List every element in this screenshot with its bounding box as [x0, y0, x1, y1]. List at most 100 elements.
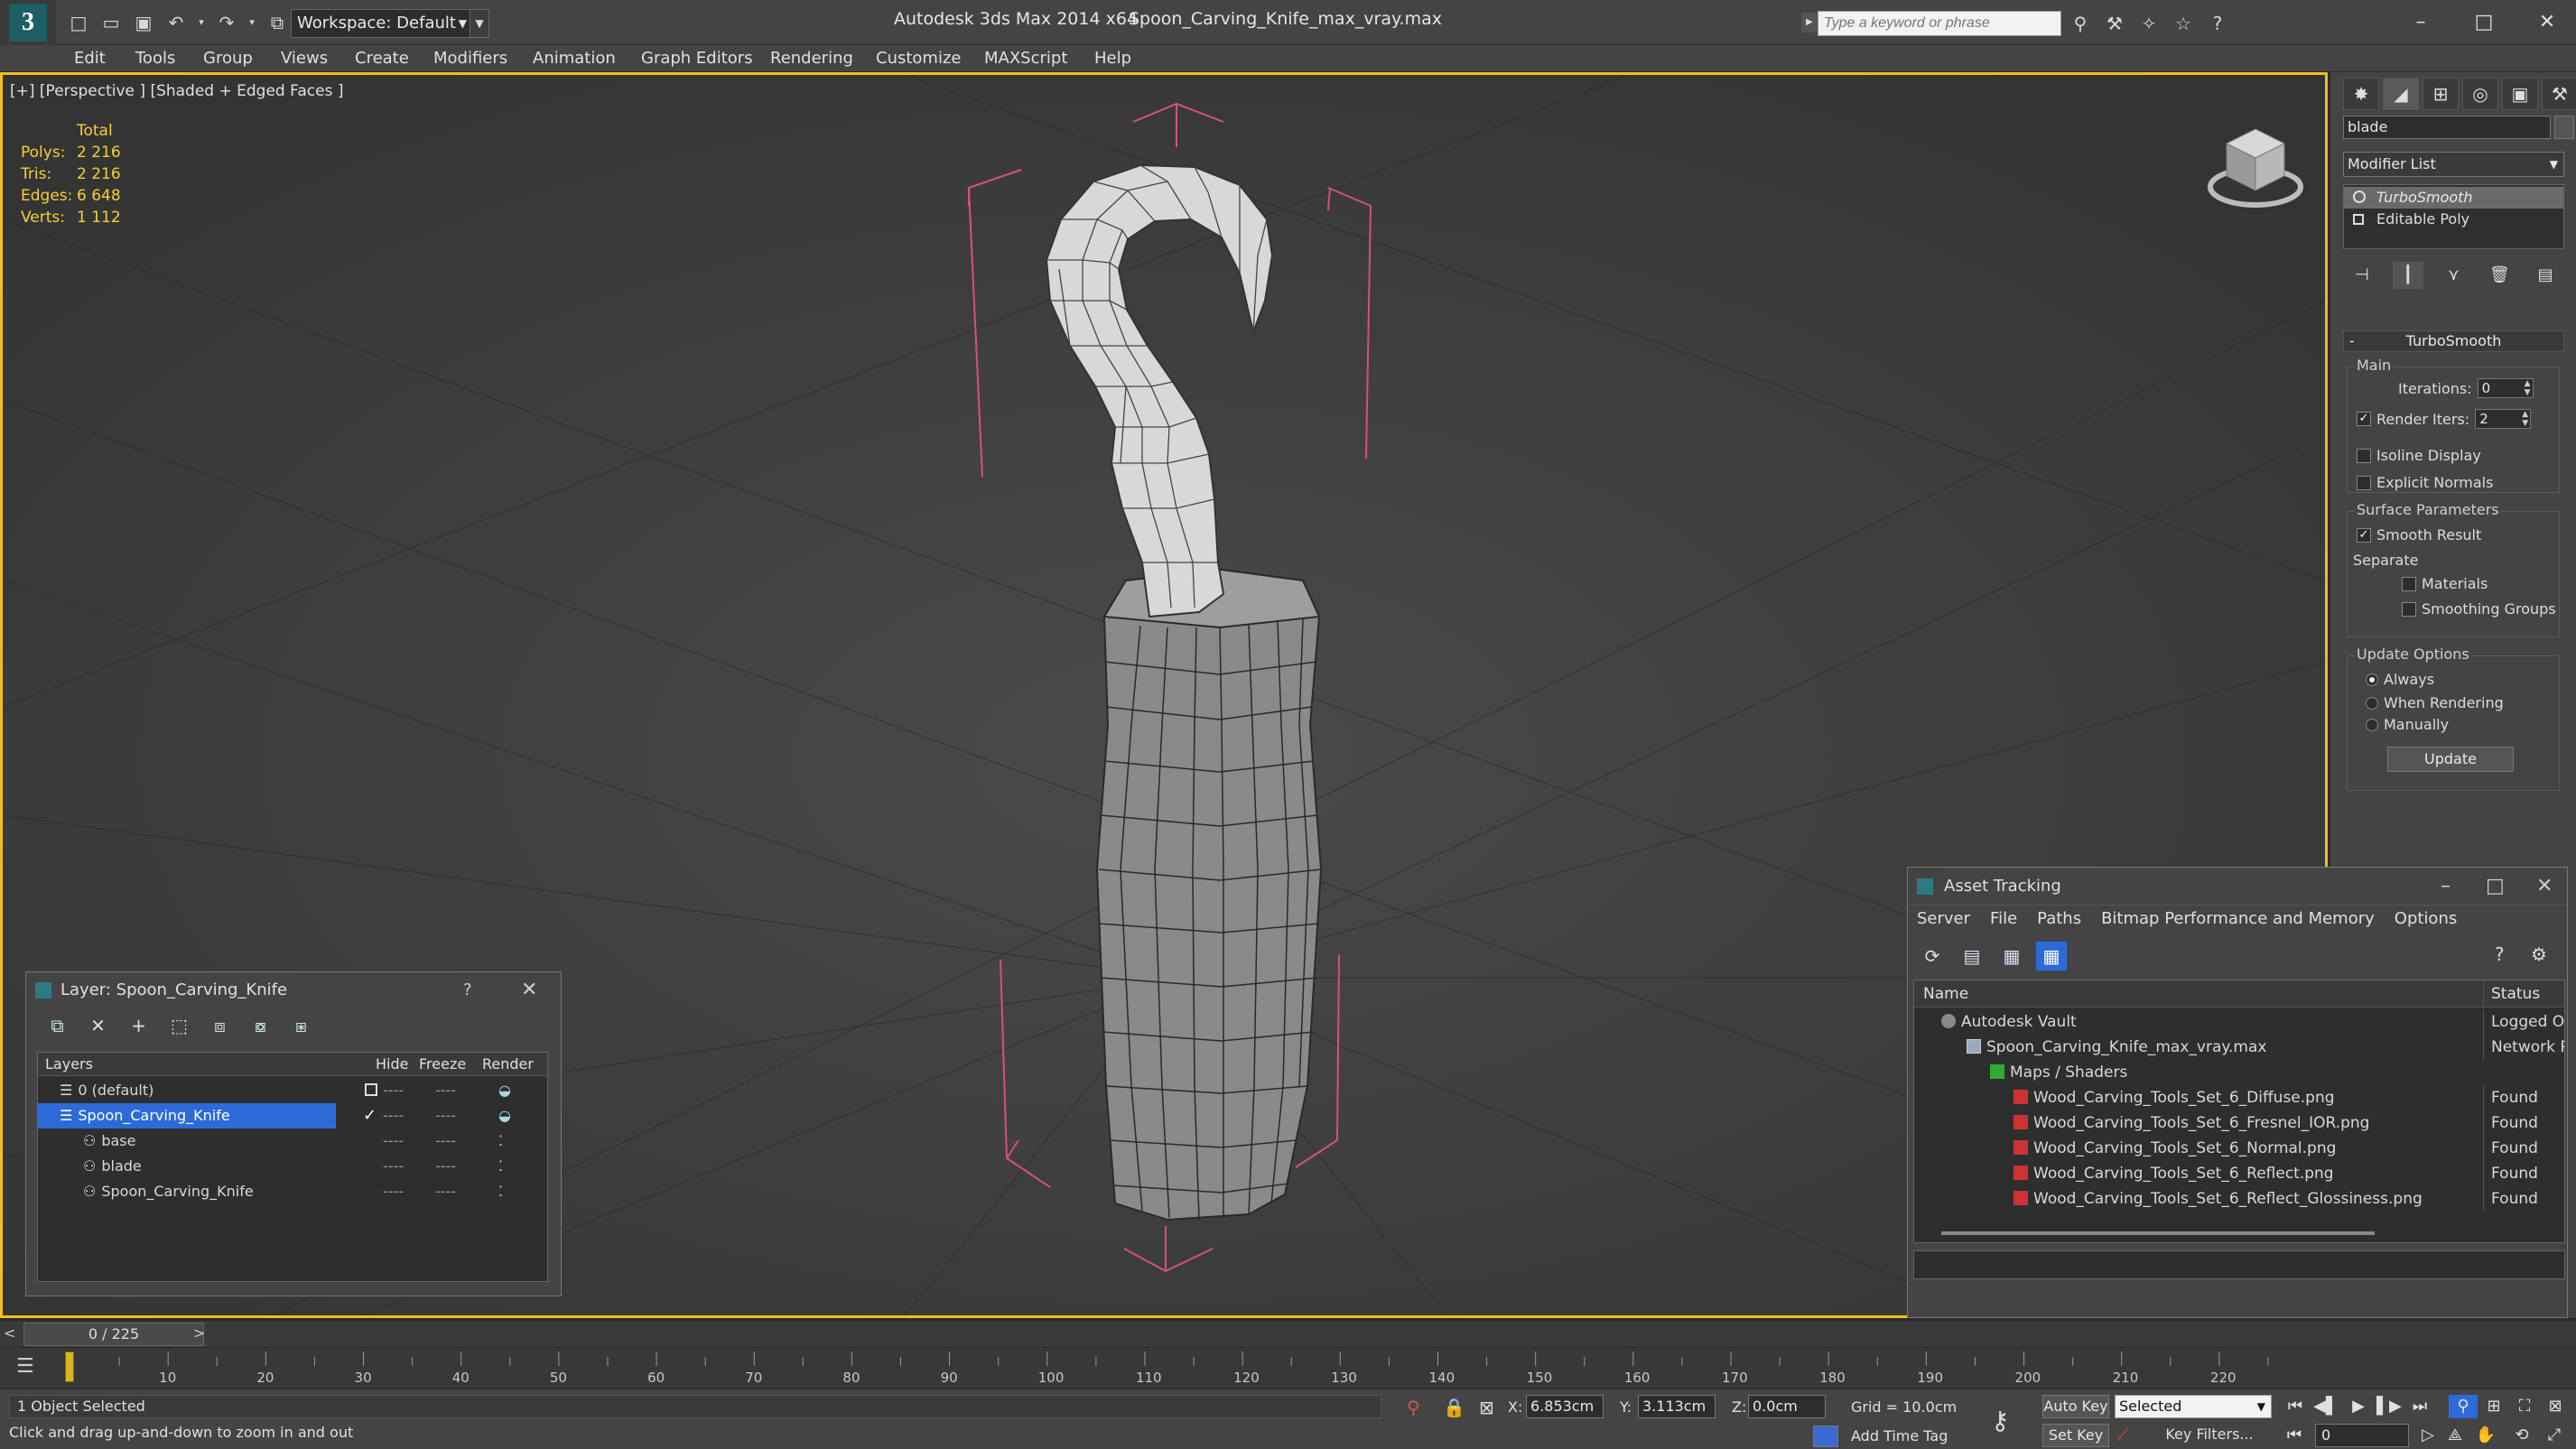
time-tag-icon[interactable] — [1813, 1426, 1838, 1447]
menu-paths[interactable]: Paths — [2037, 909, 2081, 934]
select-objects-icon[interactable]: ⬚ — [163, 1012, 196, 1039]
utilities-tab-icon[interactable]: ⚒ — [2542, 78, 2576, 110]
modify-tab-icon[interactable]: ◢ — [2383, 78, 2419, 110]
layer-row[interactable]: ⚇ blade ---- ---- ⁚ — [38, 1154, 547, 1179]
menu-edit[interactable]: Edit — [74, 49, 106, 68]
column-name[interactable]: Name — [1923, 980, 1968, 1008]
list-view-icon[interactable]: ▤ — [1957, 942, 1987, 971]
modifier-list-dropdown[interactable]: Modifier List ▼ — [2343, 152, 2564, 177]
asset-row[interactable]: Wood_Carving_Tools_Set_6_Reflect.png Fou… — [1914, 1161, 2564, 1186]
new-file-icon[interactable]: □ — [65, 9, 92, 36]
zoom-icon[interactable]: ⚲ — [2449, 1395, 2478, 1418]
menu-file[interactable]: File — [1990, 909, 2017, 934]
lock-icon[interactable]: 🔒 — [1443, 1397, 1465, 1418]
update-always-radio[interactable] — [2366, 673, 2378, 686]
y-coordinate-field[interactable]: 3.113cm — [1638, 1395, 1716, 1418]
smooth-result-checkbox[interactable]: ✓ — [2357, 527, 2371, 543]
menu-server[interactable]: Server — [1917, 909, 1970, 934]
asset-row[interactable]: Wood_Carving_Tools_Set_6_Normal.png Foun… — [1914, 1136, 2564, 1161]
maximize-viewport-icon[interactable]: ⤢ — [2541, 1424, 2568, 1447]
layer-row[interactable]: ⚇ base ---- ---- ⁚ — [38, 1129, 547, 1154]
set-keys-icon[interactable]: ⟋ — [2116, 1424, 2140, 1447]
next-frame-button[interactable]: > — [193, 1324, 205, 1342]
current-frame-field[interactable]: 0 — [2315, 1424, 2409, 1447]
search-expand-button[interactable]: ▶ — [1801, 13, 1818, 33]
minimize-button[interactable]: – — [2441, 868, 2450, 906]
maximize-button[interactable]: □ — [2486, 868, 2505, 906]
close-button[interactable]: ✕ — [2525, 7, 2570, 38]
remove-modifier-icon[interactable]: 🗑 — [2484, 262, 2515, 289]
column-render[interactable]: Render — [482, 1053, 534, 1076]
create-layer-icon[interactable]: ⧉ — [41, 1012, 74, 1039]
menu-modifiers[interactable]: Modifiers — [433, 49, 507, 68]
render-dots-icon[interactable]: ⁚ — [498, 1129, 503, 1154]
dialog-title-bar[interactable]: Asset Tracking – □ ✕ — [1908, 868, 2567, 906]
set-key-button[interactable]: Set Key — [2042, 1424, 2109, 1447]
hide-all-layers-icon[interactable]: ⧇ — [244, 1012, 277, 1039]
menu-tools[interactable]: Tools — [135, 49, 175, 68]
go-to-end-icon[interactable]: ⏭ — [2405, 1395, 2434, 1418]
hierarchy-tab-icon[interactable]: ⊞ — [2423, 78, 2459, 110]
render-teapot-icon[interactable]: ◒ — [498, 1078, 511, 1103]
time-slider-thumb[interactable]: 0 / 225 — [23, 1323, 204, 1346]
go-to-start-icon[interactable]: ⏮ — [2281, 1395, 2310, 1418]
column-freeze[interactable]: Freeze — [419, 1053, 466, 1076]
lightbulb-icon[interactable] — [2353, 190, 2366, 203]
time-slider[interactable]: < 0 / 225 > — [0, 1320, 2576, 1347]
iterations-spinner[interactable]: 0 ▲ ▼ — [2477, 378, 2534, 398]
selection-set-dropdown[interactable]: Selected ▼ — [2115, 1395, 2272, 1418]
highlight-layer-icon[interactable]: ⧈ — [203, 1012, 237, 1039]
previous-frame-button[interactable]: < — [4, 1324, 22, 1344]
close-icon[interactable]: ✕ — [521, 972, 537, 1008]
binoculars-icon[interactable]: ⚲ — [2068, 11, 2093, 36]
minimize-button[interactable]: – — [2398, 7, 2443, 38]
track-bar[interactable]: ☰ 10 20 30 40 50 60 70 80 90 100 110 120 130 140 150 16… — [0, 1347, 2576, 1389]
zoom-all-icon[interactable]: ⊞ — [2479, 1395, 2508, 1418]
make-unique-icon[interactable]: ⋎ — [2439, 262, 2469, 289]
asset-row[interactable]: Autodesk Vault Logged Out — [1914, 1009, 2564, 1035]
z-coordinate-field[interactable]: 0.0cm — [1748, 1395, 1826, 1418]
menu-graph-editors[interactable]: Graph Editors — [641, 49, 753, 68]
menu-rendering[interactable]: Rendering — [770, 49, 853, 68]
asset-row[interactable]: Wood_Carving_Tools_Set_6_Diffuse.png Fou… — [1914, 1085, 2564, 1110]
update-button[interactable]: Update — [2387, 747, 2514, 772]
undo-dropdown-icon[interactable]: ▾ — [195, 9, 208, 36]
render-iters-checkbox[interactable]: ✓ — [2357, 412, 2371, 426]
isoline-display-checkbox[interactable] — [2357, 448, 2371, 463]
smoothing-groups-checkbox[interactable] — [2402, 601, 2416, 617]
zoom-extents-all-icon[interactable]: ⊠ — [2541, 1395, 2570, 1418]
open-file-icon[interactable]: ▭ — [98, 9, 125, 36]
render-dots-icon[interactable]: ⁚ — [498, 1179, 503, 1204]
play-icon[interactable]: ▶ — [2344, 1395, 2373, 1418]
time-configuration-icon[interactable]: ▷ — [2414, 1424, 2441, 1447]
create-tab-icon[interactable]: ✸ — [2343, 78, 2379, 110]
undo-icon[interactable]: ↶ — [163, 9, 190, 36]
viewcube-icon[interactable] — [2201, 113, 2310, 212]
motion-tab-icon[interactable]: ◎ — [2462, 78, 2498, 110]
column-layers[interactable]: Layers — [45, 1053, 93, 1076]
key-filters-button[interactable]: Key Filters... — [2149, 1424, 2270, 1447]
maximize-button[interactable]: □ — [2461, 7, 2506, 38]
qat-customize-button[interactable]: ▼ — [470, 9, 489, 38]
asset-row[interactable]: Wood_Carving_Tools_Set_6_Reflect_Glossin… — [1914, 1186, 2564, 1212]
delete-layer-icon[interactable]: ✕ — [81, 1012, 115, 1039]
favorites-star-icon[interactable]: ☆ — [2171, 11, 2196, 36]
add-time-tag-button[interactable]: Add Time Tag — [1851, 1427, 1948, 1444]
stack-item-editable-poly[interactable]: Editable Poly — [2344, 209, 2563, 230]
help-button[interactable]: ? — [463, 972, 472, 1008]
search-input[interactable] — [1818, 11, 2061, 36]
key-mode-toggle-icon[interactable]: ⏮ — [2281, 1424, 2308, 1447]
asset-path-field[interactable] — [1913, 1250, 2565, 1279]
isolate-selection-icon[interactable]: ⚲ — [1407, 1397, 1420, 1418]
add-to-layer-icon[interactable]: + — [122, 1012, 155, 1039]
key-icon[interactable]: ⚷ — [1991, 1406, 2010, 1435]
display-tab-icon[interactable]: ▣ — [2502, 78, 2538, 110]
menu-views[interactable]: Views — [281, 49, 328, 68]
next-frame-icon[interactable]: ▌▶ — [2375, 1395, 2404, 1418]
redo-icon[interactable]: ↷ — [213, 9, 240, 36]
asset-row[interactable]: Wood_Carving_Tools_Set_6_Fresnel_IOR.png… — [1914, 1110, 2564, 1136]
layer-row[interactable]: ☰ 0 (default) ---- ---- ◒ — [38, 1078, 547, 1103]
menu-options[interactable]: Options — [2395, 909, 2457, 934]
pan-view-icon[interactable]: ✋ — [2472, 1424, 2499, 1447]
project-folder-icon[interactable]: ⧉ — [264, 9, 291, 36]
